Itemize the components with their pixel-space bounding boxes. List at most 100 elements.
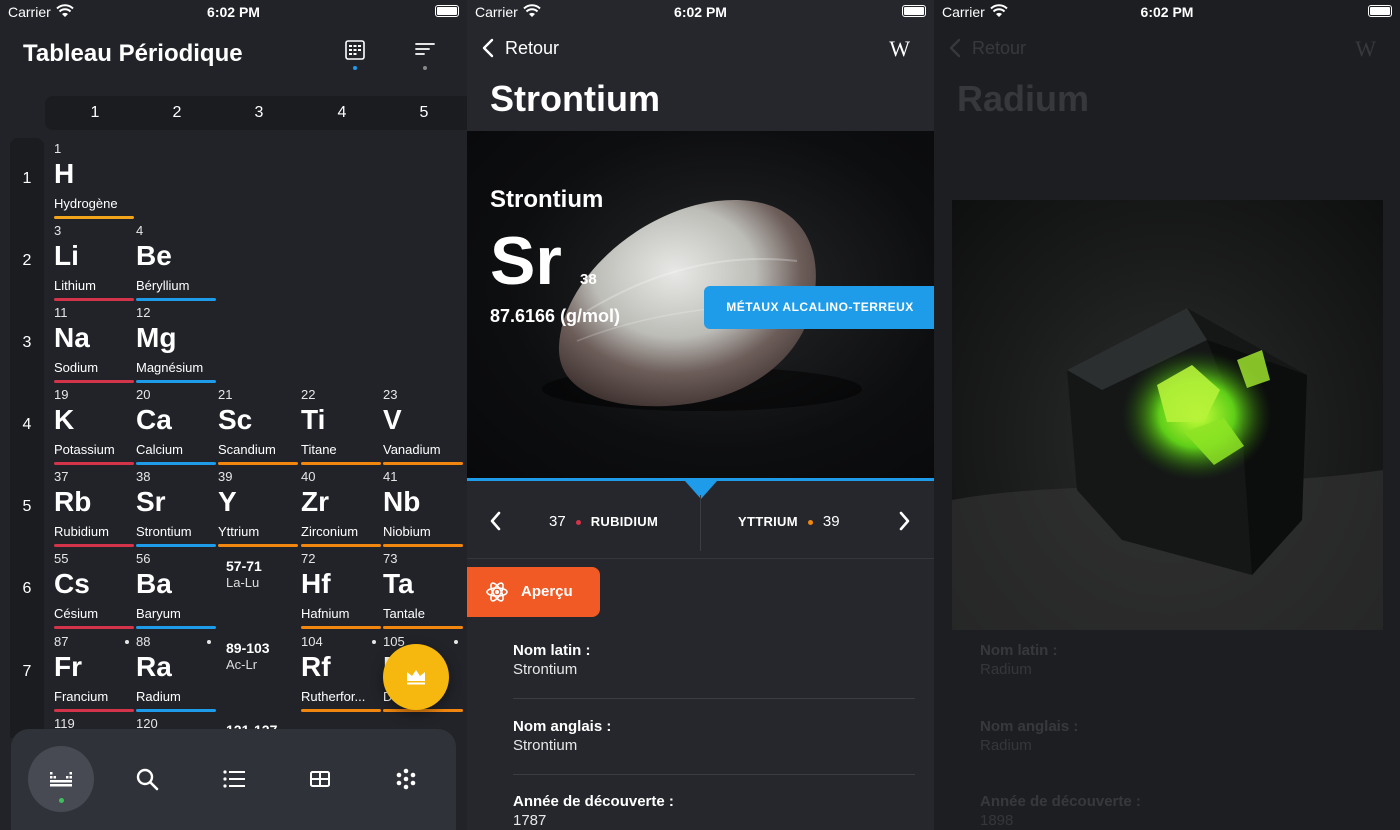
element-cell[interactable]: 41 Nb Niobium	[383, 466, 465, 548]
wikipedia-button[interactable]: W	[889, 36, 910, 62]
status-bar: Carrier 6:02 PM	[0, 0, 467, 26]
element-name: Strontium	[490, 186, 604, 213]
next-name: YTTRIUM	[738, 514, 798, 529]
element-name: Niobium	[383, 524, 431, 539]
element-cell[interactable]: 23 V Vanadium	[383, 384, 465, 466]
atomic-number: 56	[136, 551, 151, 566]
element-cell[interactable]: 39 Y Yttrium	[218, 466, 300, 548]
active-indicator	[353, 66, 357, 70]
row-label: 6	[22, 580, 32, 597]
sort-button[interactable]	[413, 38, 437, 70]
element-name: Scandium	[218, 442, 276, 457]
tab-grid[interactable]	[287, 746, 353, 812]
english-name-row: Nom anglais : Radium	[980, 718, 1382, 754]
latin-name-label: Nom latin :	[513, 642, 591, 659]
status-bar: Carrier 6:02 PM	[934, 0, 1400, 26]
element-cell[interactable]: 55 Cs Césium	[54, 548, 136, 630]
column-header: 1 2 3 4 5	[45, 96, 467, 130]
category-bar	[54, 462, 134, 465]
active-tab-dot	[59, 798, 64, 803]
element-cell[interactable]: 22 Ti Titane	[301, 384, 383, 466]
row-label: 3	[22, 334, 32, 351]
element-cell[interactable]: 4 Be Béryllium	[136, 220, 218, 302]
category-bar	[218, 462, 298, 465]
category-bar	[54, 544, 134, 547]
element-name: Zirconium	[301, 524, 359, 539]
radium-image-viewer[interactable]	[952, 200, 1383, 630]
latin-name-value: Radium	[980, 661, 1032, 678]
atomic-number: 41	[383, 469, 398, 484]
element-cell[interactable]: 21 Sc Scandium	[218, 384, 300, 466]
column-label: 2	[172, 104, 182, 121]
overview-tab[interactable]: Aperçu	[467, 567, 600, 617]
next-element-button[interactable]: YTTRIUM 39	[701, 483, 934, 559]
table-view-button[interactable]	[343, 38, 367, 70]
tab-periodic-table[interactable]	[28, 746, 94, 812]
atomic-number: 21	[218, 387, 233, 402]
clock: 6:02 PM	[207, 4, 260, 20]
atomic-number: 73	[383, 551, 398, 566]
element-cell[interactable]: 3 Li Lithium	[54, 220, 136, 302]
tab-list[interactable]	[201, 746, 267, 812]
radium-crystal-image	[952, 308, 1383, 630]
element-symbol: Ba	[136, 568, 172, 599]
row-label: 5	[22, 498, 32, 515]
element-cell[interactable]: 37 Rb Rubidium	[54, 466, 136, 548]
status-bar: Carrier 6:02 PM	[467, 0, 934, 26]
wikipedia-button[interactable]: W	[1355, 36, 1376, 62]
element-cell[interactable]: 40 Zr Zirconium	[301, 466, 383, 548]
element-name: Titane	[301, 442, 337, 457]
column-label: 3	[254, 104, 264, 121]
element-name: Rutherfor...	[301, 689, 366, 704]
element-symbol: Sr	[490, 223, 562, 299]
discovery-year-value: 1898	[980, 812, 1014, 829]
premium-button[interactable]	[383, 644, 449, 710]
element-cell[interactable]: 12 Mg Magnésium	[136, 302, 218, 384]
discovery-year-label: Année de découverte :	[513, 793, 674, 810]
category-bar	[383, 462, 463, 465]
chevron-right-icon	[899, 511, 910, 531]
english-name-label: Nom anglais :	[513, 718, 612, 735]
element-cell[interactable]: 1 H Hydrogène	[54, 138, 136, 220]
search-icon	[136, 768, 159, 791]
prev-element-button[interactable]: 37 RUBIDIUM	[467, 483, 700, 559]
tab-search[interactable]	[114, 746, 180, 812]
element-cell[interactable]: 56 Ba Baryum	[136, 548, 218, 630]
element-name: Vanadium	[383, 442, 441, 457]
element-cell[interactable]: 73 Ta Tantale	[383, 548, 465, 630]
element-cell[interactable]: 11 Na Sodium	[54, 302, 136, 384]
latin-name-label: Nom latin :	[980, 642, 1058, 659]
element-cell[interactable]: 20 Ca Calcium	[136, 384, 218, 466]
category-bar	[383, 544, 463, 547]
inactive-indicator	[423, 66, 427, 70]
tab-molecule[interactable]	[373, 746, 439, 812]
atomic-number: 55	[54, 551, 69, 566]
atomic-number: 104	[301, 634, 323, 649]
element-symbol: Nb	[383, 486, 421, 517]
english-name-label: Nom anglais :	[980, 718, 1079, 735]
category-bar	[136, 709, 216, 712]
page-title: Strontium	[490, 78, 660, 119]
category-bar	[136, 626, 216, 629]
element-cell[interactable]: 38 Sr Strontium	[136, 466, 218, 548]
element-cell[interactable]: 87 Fr Francium	[54, 631, 136, 713]
category-badge[interactable]: MÉTAUX ALCALINO-TERREUX	[704, 286, 934, 329]
element-name: Magnésium	[136, 360, 204, 375]
element-cell[interactable]: 19 K Potassium	[54, 384, 136, 466]
element-navigation: 37 RUBIDIUM YTTRIUM 39	[467, 483, 934, 559]
atomic-number: 22	[301, 387, 316, 402]
category-bar	[301, 544, 381, 547]
element-symbol: Be	[136, 240, 172, 271]
radioactive-dot	[207, 640, 211, 644]
element-name: Césium	[54, 606, 99, 621]
grid-icon	[310, 771, 330, 787]
atomic-number: 1	[54, 141, 62, 156]
element-cell[interactable]: 88 Ra Radium	[136, 631, 218, 713]
periodic-table-icon	[50, 772, 72, 787]
radioactive-dot	[454, 640, 458, 644]
category-bar	[136, 380, 216, 383]
element-cell[interactable]: 72 Hf Hafnium	[301, 548, 383, 630]
row-label: 2	[22, 252, 32, 269]
row-label: 7	[22, 663, 32, 680]
element-cell[interactable]: 104 Rf Rutherfor...	[301, 631, 383, 713]
